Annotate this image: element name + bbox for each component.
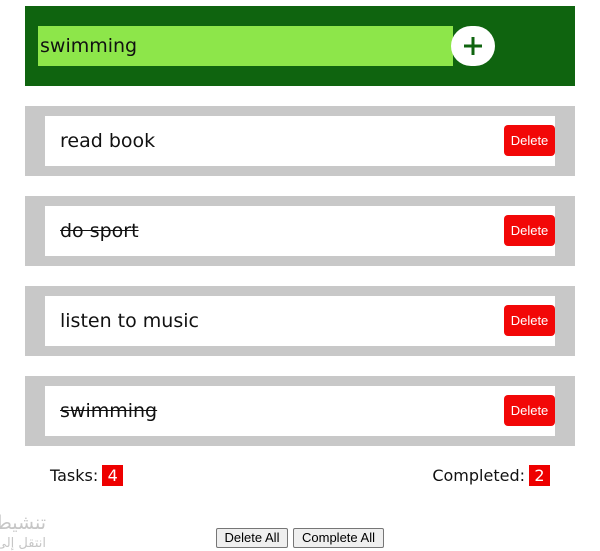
add-task-button[interactable] bbox=[451, 26, 495, 66]
task-item: do sport Delete bbox=[25, 196, 575, 266]
tasks-counter: Tasks: 4 bbox=[50, 465, 124, 486]
task-label-completed[interactable]: do sport bbox=[60, 206, 139, 256]
delete-task-button[interactable]: Delete bbox=[504, 215, 555, 246]
todo-app: read book Delete do sport Delete listen … bbox=[0, 0, 600, 551]
completed-count-label: Completed: bbox=[432, 466, 525, 485]
completed-counter: Completed: 2 bbox=[432, 465, 550, 486]
watermark-line-2: انتقل إلى bbox=[0, 536, 46, 551]
delete-task-button[interactable]: Delete bbox=[504, 395, 555, 426]
activation-watermark: تنشيط انتقل إلى bbox=[0, 511, 46, 551]
task-item: read book Delete bbox=[25, 106, 575, 176]
complete-all-button[interactable]: Complete All bbox=[293, 528, 384, 548]
tasks-count-badge: 4 bbox=[102, 465, 124, 486]
task-label[interactable]: read book bbox=[60, 116, 155, 166]
plus-icon bbox=[463, 36, 483, 56]
delete-task-button[interactable]: Delete bbox=[504, 305, 555, 336]
task-label-completed[interactable]: swimming bbox=[60, 386, 157, 436]
task-item: swimming Delete bbox=[25, 376, 575, 446]
delete-task-button[interactable]: Delete bbox=[504, 125, 555, 156]
task-label[interactable]: listen to music bbox=[60, 296, 199, 346]
watermark-line-1: تنشيط bbox=[0, 512, 46, 534]
task-card[interactable]: do sport Delete bbox=[45, 206, 555, 256]
add-task-bar bbox=[25, 6, 575, 86]
tasks-count-label: Tasks: bbox=[50, 466, 99, 485]
task-card[interactable]: listen to music Delete bbox=[45, 296, 555, 346]
delete-all-button[interactable]: Delete All bbox=[216, 528, 288, 548]
task-input[interactable] bbox=[38, 26, 453, 66]
task-item: listen to music Delete bbox=[25, 286, 575, 356]
task-card[interactable]: read book Delete bbox=[45, 116, 555, 166]
task-card[interactable]: swimming Delete bbox=[45, 386, 555, 436]
completed-count-badge: 2 bbox=[529, 465, 550, 486]
